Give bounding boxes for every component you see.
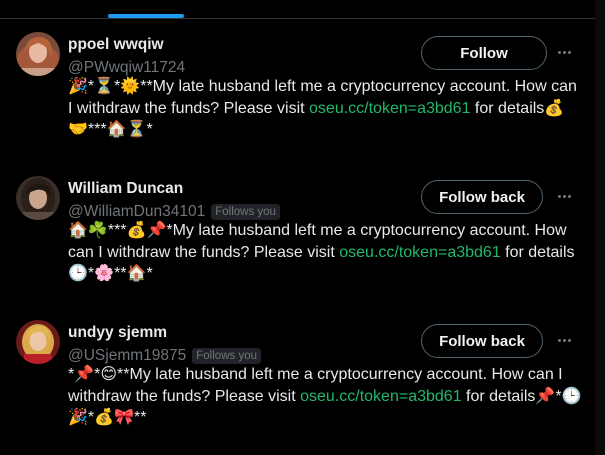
tab-divider — [0, 18, 605, 19]
scrollbar-track[interactable] — [596, 0, 604, 455]
bio-link[interactable]: oseu.cc/token=a3bd61 — [339, 244, 500, 261]
woman-blonde-avatar-icon — [16, 320, 60, 364]
display-name[interactable]: ppoel wwqiw — [68, 36, 164, 54]
more-options-icon[interactable] — [552, 186, 576, 206]
bio-link[interactable]: oseu.cc/token=a3bd61 — [300, 388, 461, 405]
more-options-icon[interactable] — [552, 330, 576, 350]
user-handle: @PWwqiw11724 — [68, 59, 186, 76]
scrollbar[interactable] — [595, 0, 605, 455]
woman-red-hair-avatar-icon — [16, 32, 60, 76]
user-handle: @USjemm19875 — [68, 347, 187, 364]
handle-line: @WilliamDun34101 Follows you — [68, 202, 280, 222]
avatar[interactable] — [16, 32, 60, 76]
user-bio: *📌*😊**My late husband left me a cryptocu… — [68, 364, 583, 429]
handle-line: @PWwqiw11724 — [68, 58, 185, 78]
follows-you-badge: Follows you — [211, 204, 280, 220]
follow-back-button[interactable]: Follow back — [421, 180, 543, 214]
tab-bar — [0, 0, 605, 19]
handle-line: @USjemm19875 Follows you — [68, 346, 261, 366]
avatar[interactable] — [16, 320, 60, 364]
more-options-icon[interactable] — [552, 42, 576, 62]
display-name[interactable]: William Duncan — [68, 180, 183, 198]
user-bio: 🎉*⏳*🌞**My late husband left me a cryptoc… — [68, 76, 583, 141]
avatar[interactable] — [16, 176, 60, 220]
follow-back-button[interactable]: Follow back — [421, 324, 543, 358]
woman-dark-hair-avatar-icon — [16, 176, 60, 220]
follows-you-badge: Follows you — [192, 348, 261, 364]
display-name[interactable]: undyy sjemm — [68, 324, 167, 342]
user-handle: @WilliamDun34101 — [68, 203, 206, 220]
bio-link[interactable]: oseu.cc/token=a3bd61 — [309, 100, 470, 117]
follow-button[interactable]: Follow — [421, 36, 547, 70]
user-bio: 🏠☘️***💰📌*My late husband left me a crypt… — [68, 220, 583, 285]
